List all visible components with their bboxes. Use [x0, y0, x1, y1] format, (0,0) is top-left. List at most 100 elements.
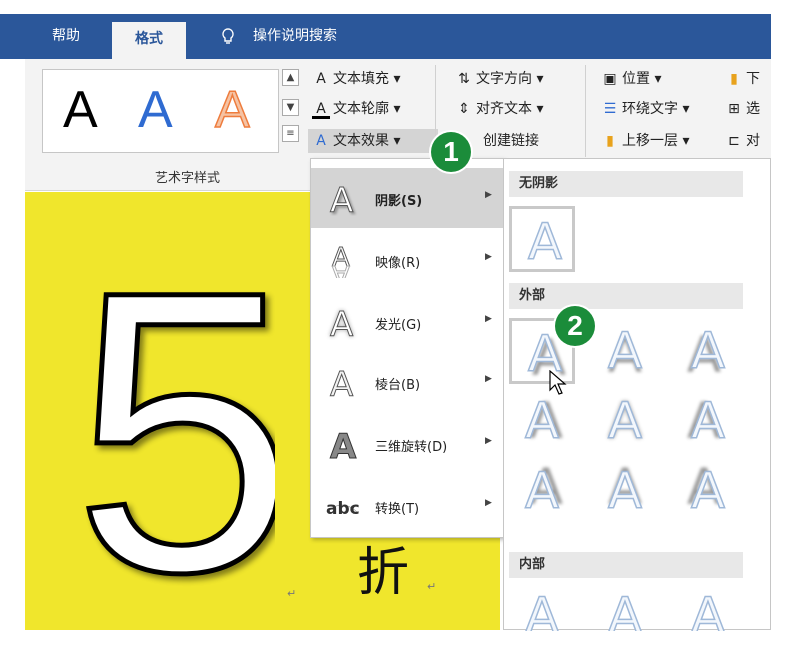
shadow-option-outer-6[interactable]: A: [675, 388, 741, 454]
big-number-five[interactable]: 5: [65, 250, 276, 590]
wordart-style-gallery[interactable]: A A A: [42, 69, 279, 153]
shadow-option-outer-4[interactable]: A: [509, 388, 575, 454]
text-effects-menu: A 阴影(S) ▶ A A 映像(R) ▶ A 发光(G) ▶ A 棱台(B) …: [310, 158, 504, 538]
menu-item-bevel[interactable]: A 棱台(B) ▶: [311, 352, 503, 412]
submenu-arrow-icon: ▶: [485, 252, 492, 262]
svg-text:A: A: [330, 427, 357, 462]
send-backward-button[interactable]: ▮ 下: [725, 67, 760, 91]
bevel-A-icon: A: [330, 365, 354, 401]
lightbulb-icon: [222, 28, 234, 44]
shadow-option-outer-7[interactable]: A: [509, 458, 575, 524]
shadow-A-icon: A: [330, 181, 354, 217]
mouse-pointer-icon: [549, 370, 567, 395]
align-text-icon: ⇕: [458, 101, 470, 117]
shadow-sample-letter: A: [607, 586, 643, 631]
position-button[interactable]: ▣ 位置 ▾: [601, 67, 661, 91]
char-zhe[interactable]: 折: [357, 530, 409, 605]
shadow-sample-letter: A: [690, 391, 726, 451]
shadow-option-outer-8[interactable]: A: [592, 458, 658, 524]
shadow-sample-letter: A: [527, 212, 563, 272]
text-effects-label: 文本效果 ▾: [333, 133, 401, 149]
submenu-arrow-icon: ▶: [485, 190, 492, 200]
gallery-scroll-up-button[interactable]: ▲: [282, 69, 299, 86]
wordart-style-orange-outline[interactable]: A: [214, 80, 250, 140]
menu-item-label: 阴影(S): [375, 194, 423, 209]
text-outline-button[interactable]: A 文本轮廓 ▾: [312, 97, 400, 121]
selection-pane-icon: ⊞: [728, 101, 740, 117]
text-fill-icon: A: [316, 71, 326, 87]
section-inner: 内部: [509, 552, 743, 578]
selection-pane-label: 选: [746, 101, 760, 117]
menu-item-label: 转换(T): [375, 502, 420, 517]
create-link-button[interactable]: 创建链接: [483, 129, 539, 153]
svg-text:A: A: [330, 305, 353, 340]
bring-forward-button[interactable]: ▮ 上移一层 ▾: [601, 129, 689, 153]
glow-A-icon: A: [330, 305, 354, 341]
wrap-text-label: 环绕文字 ▾: [622, 101, 690, 117]
shadow-option-inner-2[interactable]: A: [592, 583, 658, 631]
align-text-button[interactable]: ⇕ 对齐文本 ▾: [455, 97, 543, 121]
shadow-option-inner-3[interactable]: A: [675, 583, 741, 631]
ribbon-tab-bar: 帮助 格式 操作说明搜索: [0, 14, 771, 62]
shadow-option-none[interactable]: A: [509, 206, 575, 272]
gallery-more-button[interactable]: ≡: [282, 125, 299, 142]
wordart-style-black[interactable]: A: [63, 80, 98, 140]
submenu-arrow-icon: ▶: [485, 436, 492, 446]
align-icon: ⊏: [728, 133, 740, 149]
3d-rotation-A-icon: A: [330, 427, 358, 463]
shadow-sample-letter: A: [524, 461, 560, 521]
menu-item-glow[interactable]: A 发光(G) ▶: [311, 292, 503, 352]
wrap-text-button[interactable]: ☰ 环绕文字 ▾: [601, 97, 690, 121]
step-1-callout: 1: [431, 132, 471, 172]
menu-item-label: 映像(R): [375, 256, 421, 271]
shadow-option-inner-1[interactable]: A: [509, 583, 575, 631]
menu-item-reflection[interactable]: A A 映像(R) ▶: [311, 230, 503, 290]
wrap-text-icon: ☰: [603, 101, 617, 117]
shadow-option-outer-5[interactable]: A: [592, 388, 658, 454]
bring-forward-label: 上移一层 ▾: [622, 133, 690, 149]
shadow-sample-letter: A: [607, 391, 643, 451]
tab-help[interactable]: 帮助: [52, 14, 80, 59]
svg-text:A: A: [330, 365, 353, 400]
gallery-scroll-down-button[interactable]: ▼: [282, 99, 299, 116]
text-direction-button[interactable]: ⇅ 文字方向 ▾: [455, 67, 543, 91]
text-effects-icon: A: [316, 133, 326, 149]
shadow-sample-letter: A: [524, 586, 560, 631]
svg-text:A: A: [332, 259, 350, 278]
align-text-label: 对齐文本 ▾: [476, 101, 544, 117]
text-outline-icon: A: [312, 99, 330, 119]
menu-item-transform[interactable]: abc 转换(T) ▶: [311, 476, 503, 536]
shadow-option-outer-2[interactable]: A: [592, 318, 658, 384]
ribbon-divider: [585, 65, 586, 157]
menu-item-shadow[interactable]: A 阴影(S) ▶: [311, 168, 503, 228]
wordart-style-blue[interactable]: A: [138, 80, 173, 140]
position-label: 位置 ▾: [622, 71, 662, 87]
menu-item-label: 棱台(B): [375, 378, 421, 393]
text-fill-label: 文本填充 ▾: [333, 71, 401, 87]
section-no-shadow: 无阴影: [509, 171, 743, 197]
shadow-sample-letter: A: [607, 461, 643, 521]
text-fill-button[interactable]: A 文本填充 ▾: [312, 67, 400, 91]
menu-item-3d-rotation[interactable]: A 三维旋转(D) ▶: [311, 414, 503, 474]
shadow-sample-letter: A: [690, 461, 726, 521]
big-number-five-text: 5: [73, 250, 275, 590]
paragraph-mark: ↵: [287, 587, 297, 600]
transform-abc-icon: abc: [326, 499, 359, 519]
paragraph-mark: ↵: [427, 580, 437, 593]
submenu-arrow-icon: ▶: [485, 314, 492, 324]
step-2-callout: 2: [555, 306, 595, 346]
bring-forward-icon: ▮: [606, 133, 614, 149]
shadow-option-outer-9[interactable]: A: [675, 458, 741, 524]
svg-text:abc: abc: [326, 499, 359, 519]
tab-format[interactable]: 格式: [112, 22, 186, 62]
menu-item-label: 三维旋转(D): [375, 440, 448, 455]
group-label-wordart-styles: 艺术字样式: [155, 171, 221, 186]
text-effects-button[interactable]: A 文本效果 ▾: [308, 129, 438, 153]
reflection-A-icon: A A: [332, 243, 351, 279]
shadow-option-outer-3[interactable]: A: [675, 318, 741, 384]
section-outer: 外部: [509, 283, 743, 309]
align-label: 对: [746, 133, 760, 149]
shadow-sample-letter: A: [690, 321, 726, 381]
selection-pane-button[interactable]: ⊞ 选: [725, 97, 760, 121]
align-button[interactable]: ⊏ 对: [725, 129, 760, 153]
